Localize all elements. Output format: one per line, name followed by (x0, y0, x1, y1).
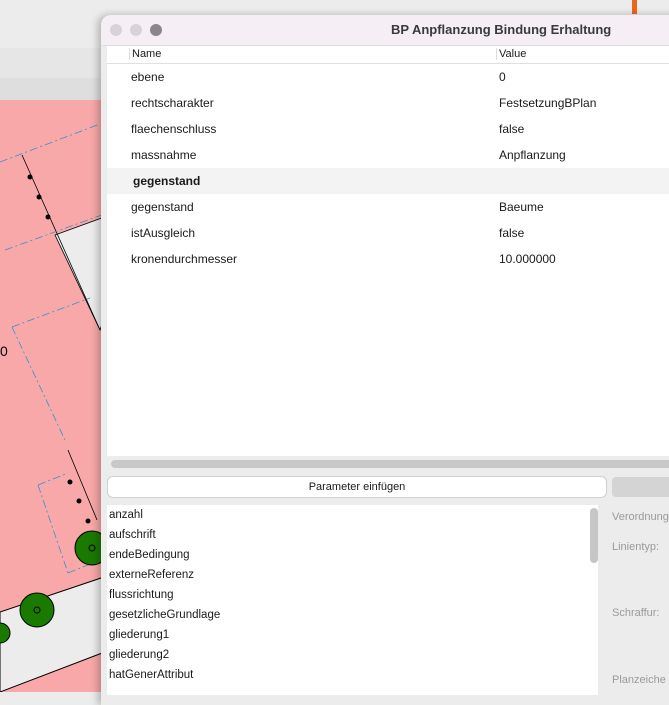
column-value[interactable]: Value (496, 48, 526, 60)
zoom-button[interactable] (150, 24, 162, 36)
row-value[interactable]: 0 (499, 70, 506, 84)
parameter-item[interactable]: gliederung1 (107, 625, 598, 645)
table-row[interactable]: massnahme Anpflanzung (107, 142, 669, 168)
schraffur-label: Schraffur: (612, 607, 660, 619)
row-name: ebene (131, 70, 165, 84)
minimize-button[interactable] (130, 24, 142, 36)
orange-indicator (632, 0, 637, 14)
table-row[interactable]: istAusgleich false (107, 220, 669, 246)
row-value[interactable]: 10.000000 (499, 252, 556, 266)
row-name: kronendurchmesser (131, 252, 238, 266)
table-row[interactable]: kronendurchmesser 10.000000 (107, 246, 669, 272)
map-label: 0 (0, 343, 8, 359)
close-button[interactable] (110, 24, 122, 36)
insert-parameter-button[interactable]: Parameter einfügen (108, 477, 606, 497)
row-value[interactable]: false (499, 226, 524, 240)
parameter-item[interactable]: flussrichtung (107, 585, 598, 605)
parameter-item[interactable]: endeBedingung (107, 545, 598, 565)
parameter-item[interactable]: gesetzlicheGrundlage (107, 605, 598, 625)
parameter-item[interactable]: aufschrift (107, 525, 598, 545)
parameter-item[interactable]: hatGenerAttribut (107, 665, 598, 685)
row-name: flaechenschluss (131, 122, 217, 136)
verordnung-label: Verordnung (612, 511, 669, 523)
attribute-dialog: BP Anpflanzung Bindung Erhaltung Name Va… (101, 15, 669, 705)
horizontal-scrollbar[interactable] (111, 460, 669, 468)
column-name[interactable]: Name (129, 48, 161, 60)
row-value[interactable]: Baeume (499, 200, 544, 214)
parameter-list: anzahl aufschrift endeBedingung externeRefe… (107, 505, 598, 695)
table-row[interactable]: gegenstand Baeume (107, 194, 669, 220)
vertical-scrollbar[interactable] (590, 508, 598, 563)
table-row[interactable]: rechtscharakter FestsetzungBPlan (107, 90, 669, 116)
secondary-button[interactable] (612, 477, 669, 497)
row-value[interactable]: FestsetzungBPlan (499, 96, 596, 110)
attribute-table: Name Value ebene 0 rechtscharakter Festsetz… (107, 46, 669, 456)
row-value[interactable]: Anpflanzung (499, 148, 566, 162)
planzeichen-label: Planzeiche (612, 674, 666, 686)
row-name: gegenstand (131, 168, 498, 194)
linientyp-label: Linientyp: (612, 541, 660, 553)
table-row[interactable]: ebene 0 (107, 64, 669, 90)
row-name: istAusgleich (131, 226, 196, 240)
table-header: Name Value (107, 46, 669, 64)
row-value[interactable]: false (499, 122, 524, 136)
parameter-item[interactable]: externeReferenz (107, 565, 598, 585)
window-title: BP Anpflanzung Bindung Erhaltung (391, 22, 612, 37)
parameter-item[interactable]: gliederung2 (107, 645, 598, 665)
table-row[interactable]: flaechenschluss false (107, 116, 669, 142)
row-name: massnahme (131, 148, 197, 162)
row-name: rechtscharakter (131, 96, 214, 110)
row-value[interactable] (499, 168, 669, 194)
parameter-item[interactable]: anzahl (107, 505, 598, 525)
row-name: gegenstand (131, 200, 194, 214)
table-row[interactable]: gegenstand (107, 168, 669, 194)
title-bar: BP Anpflanzung Bindung Erhaltung (101, 15, 669, 46)
